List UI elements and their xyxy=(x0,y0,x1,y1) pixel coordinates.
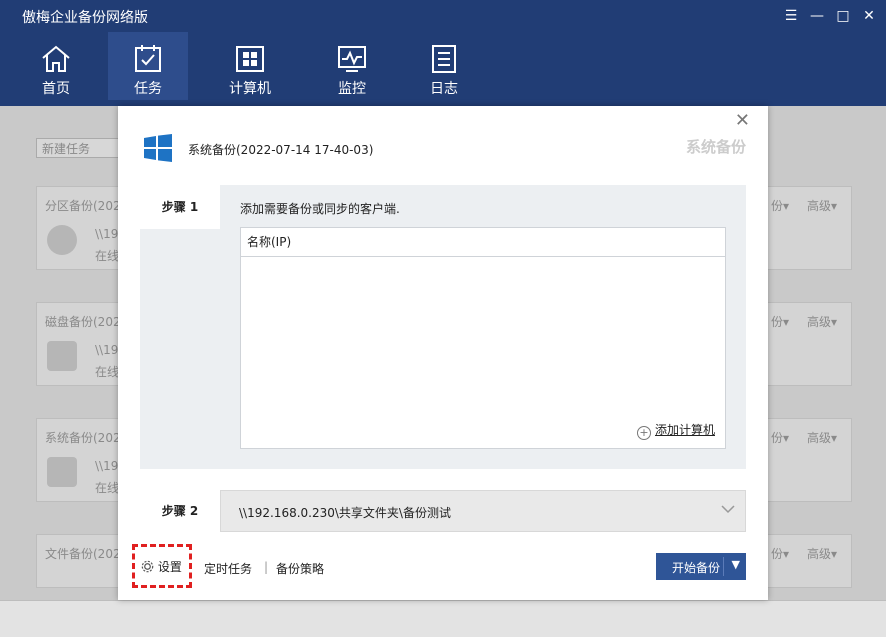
disk-icon xyxy=(47,341,77,371)
windows-icon xyxy=(47,457,77,487)
status-bar xyxy=(0,600,886,637)
log-list-icon xyxy=(432,45,456,73)
task-card-backup-menu: 份▾ xyxy=(771,199,790,213)
gear-icon xyxy=(141,560,154,573)
task-card-title: 磁盘备份(202 xyxy=(45,315,121,329)
chevron-down-icon xyxy=(721,505,735,514)
settings-button[interactable]: 设置 xyxy=(132,544,192,588)
start-backup-divider xyxy=(723,557,724,576)
task-card-title: 文件备份(202 xyxy=(45,547,121,561)
nav-home[interactable]: 首页 xyxy=(16,32,96,100)
start-backup-button[interactable]: 开始备份 ▼ xyxy=(656,553,746,580)
task-card-advanced-menu: 高级▾ xyxy=(807,547,838,561)
task-card-title: 系统备份(202 xyxy=(45,431,121,445)
start-backup-label: 开始备份 xyxy=(672,561,721,575)
backup-strategy-link[interactable]: 备份策略 xyxy=(276,560,324,577)
task-card-advanced-menu: 高级▾ xyxy=(807,199,838,213)
task-card-advanced-menu: 高级▾ xyxy=(807,431,838,445)
add-circle-icon: + xyxy=(636,426,651,440)
system-backup-dialog: ✕ 系统备份 系统备份(2022-07-14 17-40-03) 步骤 1 添加… xyxy=(118,106,768,600)
column-header-name-ip: 名称(IP) xyxy=(241,228,725,257)
nav-tasks-label: 任务 xyxy=(134,81,162,97)
nav-log[interactable]: 日志 xyxy=(404,32,484,100)
nav-monitor[interactable]: 监控 xyxy=(312,32,392,100)
task-card-advanced-menu: 高级▾ xyxy=(807,315,838,329)
task-card-status: 在线 xyxy=(95,481,120,495)
monitor-chart-icon xyxy=(338,46,366,72)
step1-label: 步骤 1 xyxy=(140,185,220,229)
close-window-button[interactable]: ✕ xyxy=(858,6,880,26)
nav-computers-label: 计算机 xyxy=(229,81,271,97)
step2-label: 步骤 2 xyxy=(140,490,220,532)
schedule-task-link[interactable]: 定时任务 xyxy=(204,560,252,577)
menu-icon[interactable]: ☰ xyxy=(780,6,802,26)
close-icon[interactable]: ✕ xyxy=(735,110,750,131)
dialog-title: 系统备份(2022-07-14 17-40-03) xyxy=(188,143,374,157)
task-card-backup-menu: 份▾ xyxy=(771,547,790,561)
task-card-status: 在线 xyxy=(95,249,120,263)
nav-log-label: 日志 xyxy=(430,81,458,97)
add-computer-label: 添加计算机 xyxy=(654,423,715,437)
task-card-backup-menu: 份▾ xyxy=(771,431,790,445)
footer-separator: | xyxy=(264,560,269,574)
step1-panel: 步骤 1 添加需要备份或同步的客户端. 名称(IP) + 添加计算机 xyxy=(140,185,746,469)
title-bar: 傲梅企业备份网络版 ☰ — □ ✕ 首页 任务 计算机 监控 日志 xyxy=(0,0,886,106)
windows-logo-icon xyxy=(144,134,172,162)
app-title: 傲梅企业备份网络版 xyxy=(22,10,148,26)
destination-path-selector[interactable]: \\192.168.0.230\共享文件夹\备份测试 xyxy=(220,490,746,532)
nav-monitor-label: 监控 xyxy=(338,81,366,97)
computer-windows-icon xyxy=(236,46,264,72)
client-list[interactable]: 名称(IP) + 添加计算机 xyxy=(240,227,726,449)
nav-home-label: 首页 xyxy=(42,81,70,97)
settings-label: 设置 xyxy=(157,560,182,574)
task-card-title: 分区备份(202 xyxy=(45,199,121,213)
nav-tasks[interactable]: 任务 xyxy=(108,32,188,100)
home-icon xyxy=(42,45,70,72)
minimize-button[interactable]: — xyxy=(806,6,828,26)
task-checkbox-icon xyxy=(135,45,161,72)
task-card-backup-menu: 份▾ xyxy=(771,315,790,329)
task-card-status: 在线 xyxy=(95,365,120,379)
partition-icon xyxy=(47,225,77,255)
add-computer-button[interactable]: + 添加计算机 xyxy=(636,421,715,440)
step1-description: 添加需要备份或同步的客户端. xyxy=(240,202,400,216)
start-backup-dropdown-icon[interactable]: ▼ xyxy=(732,558,740,571)
maximize-button[interactable]: □ xyxy=(832,6,854,26)
nav-computers[interactable]: 计算机 xyxy=(210,32,290,100)
dialog-watermark: 系统备份 xyxy=(685,138,746,156)
destination-path: \\192.168.0.230\共享文件夹\备份测试 xyxy=(239,506,451,520)
